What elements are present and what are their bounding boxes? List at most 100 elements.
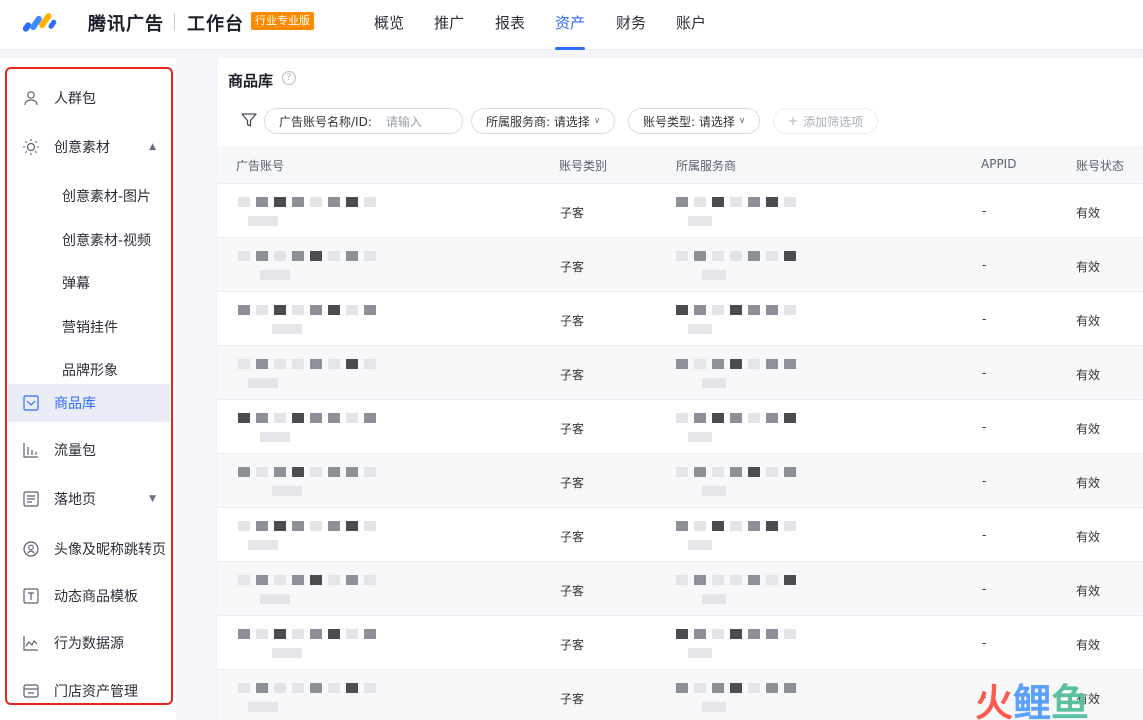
account-category: 子客: [560, 638, 585, 652]
status-value: 有效: [1076, 368, 1101, 382]
appid-value: -: [982, 420, 987, 434]
chevron-up-icon[interactable]: ▲: [149, 142, 156, 152]
status-value: 有效: [1076, 530, 1101, 544]
sidebar-item-label: 落地页: [54, 492, 96, 508]
sidebar-item-avatar-jump-page[interactable]: 头像及昵称跳转页: [8, 530, 170, 568]
account-category: 子客: [560, 476, 585, 490]
appid-value: -: [982, 474, 987, 488]
account-category: 子客: [560, 314, 585, 328]
watermark-char: 鲤: [1013, 681, 1052, 720]
column-header-status[interactable]: 账号状态: [1076, 157, 1124, 174]
table-row[interactable]: 子客 - 有效: [218, 454, 1143, 508]
sidebar-item-product-library[interactable]: 商品库: [8, 384, 170, 422]
table-row[interactable]: 子客 - 有效: [218, 346, 1143, 400]
add-filter-button[interactable]: + 添加筛选项: [773, 108, 879, 134]
store-icon: [22, 682, 40, 700]
table-row[interactable]: 子客 - 有效: [218, 238, 1143, 292]
watermark-char: 鱼: [1051, 681, 1090, 720]
sidebar-subitem-creative-image[interactable]: 创意素材-图片: [62, 186, 151, 206]
sidebar-subitem-danmaku[interactable]: 弹幕: [62, 273, 90, 293]
account-type-filter-select[interactable]: 账号类型: 请选择 ∨: [628, 108, 761, 134]
chevron-down-icon[interactable]: ▼: [149, 494, 156, 504]
account-category: 子客: [560, 368, 585, 382]
column-header-account[interactable]: 广告账号: [236, 157, 284, 174]
account-category: 子客: [560, 260, 585, 274]
landing-page-icon: [22, 490, 40, 508]
sidebar-item-creative[interactable]: 创意素材 ▲: [8, 128, 170, 166]
add-filter-label: 添加筛选项: [803, 114, 864, 129]
sidebar-item-traffic-pack[interactable]: 流量包: [8, 431, 170, 469]
status-value: 有效: [1076, 314, 1101, 328]
account-category: 子客: [560, 530, 585, 544]
nav-overview[interactable]: 概览: [374, 12, 404, 33]
watermark-logo: 火鲤鱼: [975, 672, 1089, 720]
tencent-ads-logo[interactable]: [22, 11, 58, 33]
sidebar-item-label: 门店资产管理: [54, 684, 138, 700]
provider-filter-label: 所属服务商: 请选择: [486, 114, 590, 129]
account-filter-input[interactable]: 广告账号名称/ID: 请输入: [264, 108, 463, 134]
status-value: 有效: [1076, 476, 1101, 490]
edition-badge: 行业专业版: [251, 12, 314, 30]
appid-value: -: [982, 582, 987, 596]
account-category: 子客: [560, 206, 585, 220]
column-header-category[interactable]: 账号类别: [559, 157, 607, 174]
template-icon: [22, 587, 40, 605]
nav-reports[interactable]: 报表: [495, 12, 525, 33]
status-value: 有效: [1076, 260, 1101, 274]
sidebar-subitem-creative-video[interactable]: 创意素材-视频: [62, 230, 151, 250]
table-row[interactable]: 子客 - 有效: [218, 400, 1143, 454]
sidebar-item-dynamic-template[interactable]: 动态商品模板: [8, 577, 170, 615]
sidebar-subitem-marketing-widget[interactable]: 营销挂件: [62, 317, 118, 337]
appid-value: -: [982, 366, 987, 380]
sidebar-item-label: 流量包: [54, 443, 96, 459]
sidebar-item-store-assets[interactable]: 门店资产管理: [8, 672, 170, 710]
brand-divider: [174, 13, 175, 31]
column-header-provider[interactable]: 所属服务商: [676, 157, 736, 174]
account-category: 子客: [560, 584, 585, 598]
account-category: 子客: [560, 422, 585, 436]
nav-finance[interactable]: 财务: [616, 12, 646, 33]
line-chart-icon: [22, 634, 40, 652]
sidebar-item-label: 头像及昵称跳转页: [54, 542, 166, 558]
lightbulb-icon: [22, 138, 40, 156]
sidebar-item-label: 行为数据源: [54, 636, 124, 652]
product-icon: [22, 394, 40, 412]
table-header: 广告账号 账号类别 所属服务商 APPID 账号状态: [218, 146, 1143, 184]
filter-icon[interactable]: [240, 111, 258, 129]
table-row[interactable]: 子客 - 有效: [218, 616, 1143, 670]
provider-filter-select[interactable]: 所属服务商: 请选择 ∨: [471, 108, 616, 134]
nav-promotion[interactable]: 推广: [434, 12, 464, 33]
table-row[interactable]: 子客 - 有效: [218, 508, 1143, 562]
table-row[interactable]: 子客 - 有效: [218, 562, 1143, 616]
account-category: 子客: [560, 692, 585, 706]
chevron-down-icon: ∨: [738, 116, 746, 126]
appid-value: -: [982, 258, 987, 272]
nav-account[interactable]: 账户: [676, 12, 706, 33]
sidebar-item-label: 人群包: [54, 91, 96, 107]
watermark-char: 火: [975, 681, 1014, 720]
top-header: 腾讯广告 工作台 行业专业版 概览 推广 报表 资产 财务 账户: [0, 0, 1143, 50]
sidebar-item-audience[interactable]: 人群包: [8, 79, 170, 117]
table-row[interactable]: 子客 - 有效: [218, 292, 1143, 346]
workspace-title: 工作台: [187, 14, 244, 35]
appid-value: -: [982, 204, 987, 218]
nav-assets[interactable]: 资产: [555, 12, 585, 33]
bar-chart-icon: [22, 441, 40, 459]
avatar-link-icon: [22, 540, 40, 558]
main-panel: 商品库 ? 广告账号名称/ID: 请输入 所属服务商: 请选择 ∨ 账号类型: …: [218, 58, 1143, 720]
sidebar-item-behavior-datasource[interactable]: 行为数据源: [8, 624, 170, 662]
account-type-filter-label: 账号类型: 请选择: [643, 114, 735, 129]
table-row[interactable]: 子客 - 有效: [218, 184, 1143, 238]
status-value: 有效: [1076, 422, 1101, 436]
appid-value: -: [982, 312, 987, 326]
sidebar-subitem-brand-image[interactable]: 品牌形象: [62, 360, 118, 380]
column-header-appid[interactable]: APPID: [981, 157, 1016, 171]
chevron-down-icon: ∨: [593, 116, 601, 126]
sidebar-item-label: 创意素材: [54, 140, 110, 156]
help-icon[interactable]: ?: [282, 71, 296, 85]
account-filter-label: 广告账号名称/ID:: [279, 114, 372, 129]
status-value: 有效: [1076, 206, 1101, 220]
status-value: 有效: [1076, 584, 1101, 598]
sidebar-item-label: 商品库: [54, 396, 96, 412]
sidebar-item-landing-page[interactable]: 落地页 ▼: [8, 480, 170, 518]
